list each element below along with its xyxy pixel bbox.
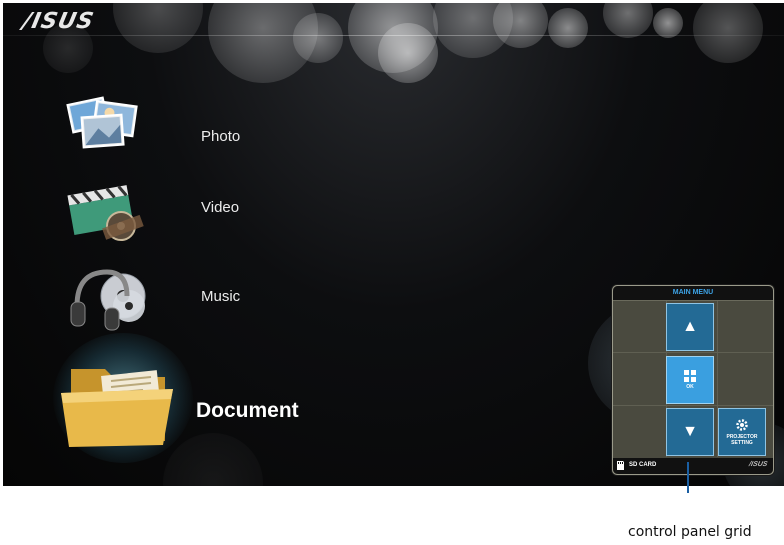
footer-logo: /ISUS [747, 461, 768, 468]
grid-icon [684, 370, 696, 382]
callout-line [687, 462, 689, 493]
grid-divider [613, 405, 773, 406]
bokeh-decoration [548, 8, 588, 48]
bokeh-decoration [603, 3, 653, 38]
clapperboard-film-icon [67, 185, 144, 241]
menu-item-video[interactable]: Video [3, 173, 403, 248]
menu-item-music[interactable]: Music [3, 261, 403, 336]
bokeh-decoration [348, 3, 438, 73]
sd-card-icon [617, 461, 624, 470]
headphones-cd-icon [70, 269, 146, 331]
panel-footer: SD CARD /ISUS [613, 458, 773, 474]
down-button[interactable]: ▼ [666, 408, 714, 456]
ok-label: OK [686, 384, 694, 390]
bokeh-decoration [493, 3, 548, 48]
menu-label-photo: Photo [201, 128, 241, 145]
menu-item-document[interactable]: Document [3, 333, 403, 463]
projector-setting-label-2: SETTING [731, 440, 753, 446]
bokeh-decoration [378, 23, 438, 83]
bokeh-decoration [693, 3, 763, 63]
callout-caption: control panel grid [628, 524, 752, 540]
brand-logo: /ISUS [20, 9, 97, 34]
ok-button[interactable]: OK [666, 356, 714, 404]
down-arrow-icon: ▼ [682, 423, 698, 440]
bokeh-decoration [208, 3, 318, 83]
panel-title: MAIN MENU [613, 286, 773, 301]
source-label: SD CARD [629, 462, 657, 468]
menu-label-document: Document [196, 399, 299, 422]
bokeh-decoration [113, 3, 203, 53]
grid-divider [613, 352, 773, 353]
folder-icon [61, 369, 173, 447]
control-panel: MAIN MENU ▲ OK ▼ PROJECTOR SETTING SD CA… [612, 285, 774, 475]
menu-label-video: Video [201, 199, 240, 216]
up-button[interactable]: ▲ [666, 303, 714, 351]
up-arrow-icon: ▲ [682, 318, 698, 335]
projector-setting-button[interactable]: PROJECTOR SETTING [718, 408, 766, 456]
header-divider [3, 35, 784, 36]
gear-icon [736, 419, 748, 431]
bokeh-decoration [433, 3, 513, 58]
bokeh-decoration [293, 13, 343, 63]
menu-item-photo[interactable]: Photo [3, 88, 403, 163]
bokeh-decoration [653, 8, 683, 38]
projector-menu-screen: /ISUS Photo Video Music Document MAIN ME… [3, 3, 784, 486]
menu-label-music: Music [201, 288, 241, 305]
photo-stack-icon [66, 96, 138, 149]
